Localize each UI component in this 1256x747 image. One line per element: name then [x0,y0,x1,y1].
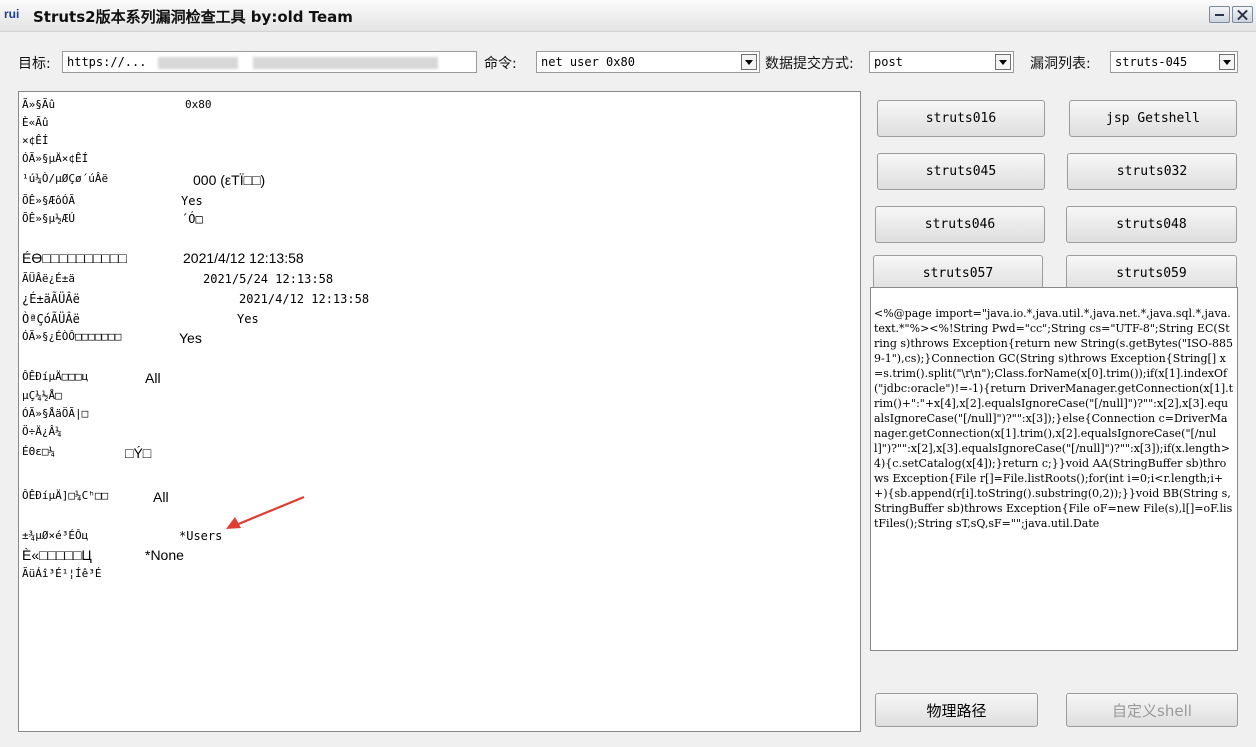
output-row-label: È«Ãû [22,116,49,129]
output-row-value: 2021/5/24 12:13:58 [203,272,334,286]
output-row-label: ÕÊ»§ÆôÓÃ [22,194,75,207]
output-row-label: ±¾µØ×é³ÉÔц [22,529,89,542]
output-row-label: ÔÊÐíµÄ]□¼Cʰ□□ [22,489,109,502]
app-icon: rui [4,7,20,21]
target-input-value: https://... [67,55,147,69]
method-label: 数据提交方式: [765,56,854,72]
output-row-label: ÃÜÂë¿É±ä [22,272,75,285]
chevron-down-icon[interactable] [1219,54,1235,70]
chevron-down-icon[interactable] [995,54,1011,70]
output-row-value: 000 (εΤÏ□□) [193,172,266,188]
output-row-value: ´Ó□ [181,212,203,226]
output-row-label: ÃüÁî³É¹¦Íê³É [22,567,102,580]
output-row-value: □Ý□ [125,445,152,461]
output-row-label: È«□□□□□Ц [22,547,92,563]
struts032-button[interactable]: struts032 [1067,153,1237,190]
command-select[interactable]: net user 0x80 [536,51,760,73]
redaction-blur [253,57,438,69]
output-row-label: Ã»§Ãû [22,98,56,111]
physical-path-button[interactable]: 物理路径 [875,693,1038,727]
output-row-value: 0x80 [185,98,212,111]
output-row-label: ¿É±äÃÜÂë [22,292,80,306]
output-row-value: Yes [237,312,259,326]
struts048-button[interactable]: struts048 [1066,206,1237,243]
output-row-label: ¹ú¼Ò/µØÇø´úÂë [22,172,109,185]
output-row-value: Yes [181,194,203,208]
command-label: 命令: [484,56,517,72]
output-row-value: Yes [179,330,202,346]
output-row-label: ×¢ÊÍ [22,134,49,147]
output-row-label: ÓÃ»§ÅäÖÃ|□ [22,407,89,420]
output-row-value: 2021/4/12 12:13:58 [183,250,304,266]
output-row-value: *None [145,547,184,563]
output-row-value: All [145,370,161,386]
red-arrow-annotation [226,495,305,529]
struts045-button[interactable]: struts045 [877,153,1045,190]
output-row-value: All [153,489,169,505]
target-label: 目标: [18,56,51,72]
vuln-list-label: 漏洞列表: [1030,56,1091,72]
minimize-icon[interactable] [1209,6,1230,23]
shell-code-textarea[interactable]: <%@page import="java.io.*,java.util.*,ja… [870,287,1238,651]
close-icon[interactable] [1232,6,1253,23]
title-bar: rui Struts2版本系列漏洞检查工具 by:old Team [0,0,1256,32]
output-row-label: ÒªÇóÃÜÂë [22,312,80,326]
output-row-label: ÔÊÐíµÄ□□□ц [22,370,89,383]
output-row-value: 2021/4/12 12:13:58 [239,292,370,306]
output-row-label: ÕÊ»§µ½ÆÚ [22,212,75,225]
output-row-value: *Users [179,529,223,543]
jsp-getshell-button[interactable]: jsp Getshell [1069,100,1237,137]
target-input[interactable]: https://... [62,51,477,73]
output-row-label: ÓÃ»§µÄ×¢ÊÍ [22,152,89,165]
chevron-down-icon[interactable] [741,54,757,70]
method-select-value: post [874,55,903,69]
output-row-label: Éϴ□□□□□□□□□□ [22,250,127,266]
command-select-value: net user 0x80 [541,55,635,69]
custom-shell-button[interactable]: 自定义shell [1066,693,1238,727]
output-row-label: ÉΘε□¼ [22,445,56,458]
vuln-list-select-value: struts-045 [1115,55,1188,69]
struts046-button[interactable]: struts046 [875,206,1045,243]
method-select[interactable]: post [869,51,1014,73]
output-row-label: ÓÃ»§¿ÉÒÔ□□□□□□□ [22,330,122,343]
struts016-button[interactable]: struts016 [877,100,1045,137]
redaction-blur [158,57,238,69]
window-title: Struts2版本系列漏洞检查工具 by:old Team [33,8,353,26]
output-row-label: Ö÷Ä¿Â¼ [22,425,62,438]
output-row-label: µÇ¼½Å□ [22,389,62,402]
vuln-list-select[interactable]: struts-045 [1110,51,1238,73]
output-textarea[interactable]: Ã»§Ãû 0x80 È«Ãû ×¢ÊÍ ÓÃ»§µÄ×¢ÊÍ ¹ú¼Ò/µØÇø´úÂë… [18,91,861,732]
